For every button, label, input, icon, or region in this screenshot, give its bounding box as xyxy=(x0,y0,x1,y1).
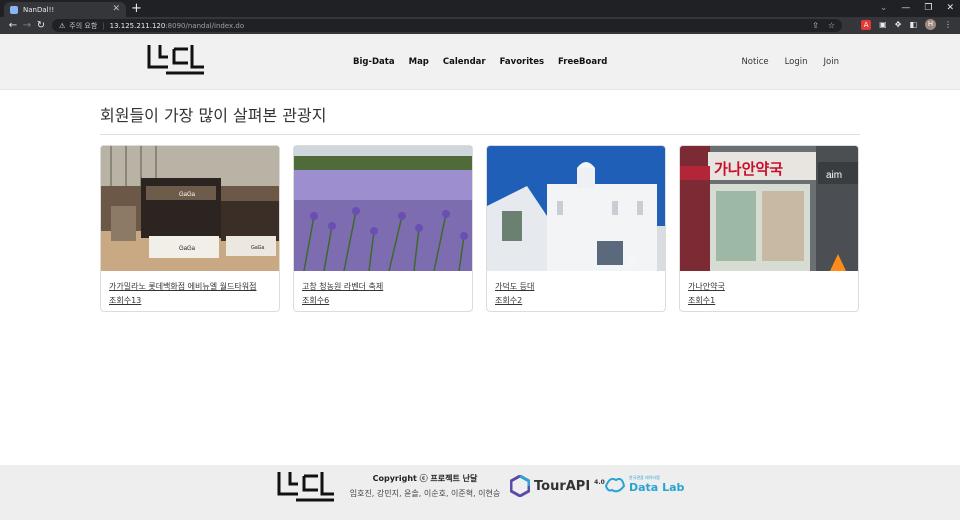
views-label: 조회수 xyxy=(495,296,518,305)
views-count: 2 xyxy=(517,296,523,305)
back-icon[interactable]: ← xyxy=(6,17,20,34)
footer-members: 임호진, 강민지, 윤솔, 이순호, 이준혁, 이현승 xyxy=(349,489,501,498)
nav-login[interactable]: Login xyxy=(785,57,808,67)
nandal-logo[interactable] xyxy=(146,43,206,77)
browser-tabbar: NanDal!! ✕ + ⌄ — ❐ ✕ xyxy=(0,0,960,17)
card-views[interactable]: 조회수 13 xyxy=(109,294,271,308)
tab-title: NanDal!! xyxy=(23,5,55,14)
side-store-sign: aim xyxy=(826,170,842,181)
spot-card[interactable]: 고창 청농원 라벤더 축제 조회수 6 xyxy=(293,145,473,312)
tourapi-hexagon-icon xyxy=(510,475,530,497)
acrobat-extension-icon[interactable]: A xyxy=(861,19,872,30)
tourapi-text: TourAPI xyxy=(534,478,591,494)
popular-section: 회원들이 가장 많이 살펴본 관광지 GaGa GaGa GaGa 가가밀라노 … xyxy=(100,102,860,312)
card-body: 가가밀라노 롯데백화점 에비뉴엘 월드타워점 조회수 13 xyxy=(101,271,279,308)
url-host: 13.125.211.120 xyxy=(109,21,166,30)
restore-icon[interactable]: ❐ xyxy=(924,1,932,16)
nav-join[interactable]: Join xyxy=(824,57,839,67)
site-header: Big-Data Map Calendar Favorites FreeBoar… xyxy=(0,34,960,90)
warning-icon[interactable]: ⚠ xyxy=(59,22,65,30)
browser-tab[interactable]: NanDal!! ✕ xyxy=(4,2,126,17)
card-views[interactable]: 조회수 2 xyxy=(495,294,657,308)
sidepanel-icon[interactable]: ◧ xyxy=(909,20,917,29)
spot-card[interactable]: GaGa GaGa GaGa 가가밀라노 롯데백화점 에비뉴엘 월드타워점 조회… xyxy=(100,145,280,312)
card-body: 가나안약국 조회수 1 xyxy=(680,271,858,308)
section-title: 회원들이 가장 많이 살펴본 관광지 xyxy=(100,102,860,135)
forward-icon[interactable]: → xyxy=(20,17,34,34)
views-label: 조회수 xyxy=(302,296,325,305)
profile-avatar[interactable]: H xyxy=(925,19,936,30)
extension-icon[interactable]: ▣ xyxy=(879,20,887,29)
footer-nandal-logo xyxy=(277,472,334,502)
tab-close-icon[interactable]: ✕ xyxy=(112,5,120,14)
site-footer: Copyright ⓒ 프로젝트 난달 임호진, 강민지, 윤솔, 이순호, 이… xyxy=(0,465,960,520)
main-nav: Big-Data Map Calendar Favorites FreeBoar… xyxy=(353,34,607,90)
puzzle-icon[interactable]: ✥ xyxy=(895,20,902,29)
views-count: 6 xyxy=(324,296,330,305)
card-body: 가덕도 등대 조회수 2 xyxy=(487,271,665,308)
pharmacy-sign-text: 가나안약국 xyxy=(714,160,783,178)
views-count: 13 xyxy=(131,296,142,305)
nav-freeboard[interactable]: FreeBoard xyxy=(558,57,607,67)
favicon-icon xyxy=(10,5,18,14)
spot-photo-lavender[interactable] xyxy=(294,146,472,271)
nav-map[interactable]: Map xyxy=(409,57,429,67)
url-path: :8090/nandal/index.do xyxy=(165,21,245,30)
spot-photo-lighthouse[interactable]: ⓒ xyxy=(487,146,665,271)
extensions-bar: A ▣ ✥ ◧ H ⋮ xyxy=(861,19,952,30)
nav-notice[interactable]: Notice xyxy=(741,57,768,67)
menu-icon[interactable]: ⋮ xyxy=(944,20,952,29)
card-views[interactable]: 조회수 6 xyxy=(302,294,464,308)
nav-favorites[interactable]: Favorites xyxy=(500,57,544,67)
new-tab-button[interactable]: + xyxy=(131,1,142,16)
address-bar[interactable]: ⚠ 주의 요함 | 13.125.211.120 :8090/nandal/in… xyxy=(52,19,842,32)
tab-search-icon[interactable]: ⌄ xyxy=(880,1,888,16)
card-title[interactable]: 고창 청농원 라벤더 축제 xyxy=(302,280,464,294)
aux-nav: Notice Login Join xyxy=(741,34,839,90)
views-count: 1 xyxy=(710,296,716,305)
card-title[interactable]: 가덕도 등대 xyxy=(495,280,657,294)
views-label: 조회수 xyxy=(688,296,711,305)
card-list: GaGa GaGa GaGa 가가밀라노 롯데백화점 에비뉴엘 월드타워점 조회… xyxy=(100,145,860,312)
spot-photo-gaga[interactable]: GaGa GaGa GaGa xyxy=(101,146,279,271)
close-window-icon[interactable]: ✕ xyxy=(946,1,954,16)
omnibox-divider: | xyxy=(102,21,105,30)
views-label: 조회수 xyxy=(109,296,132,305)
shop-sign-text: GaGa xyxy=(179,192,196,198)
datalab-logo: 한국관광 데이터랩 Data Lab xyxy=(604,474,684,494)
watermark-text: ⓒ xyxy=(627,256,636,267)
card-title[interactable]: 가가밀라노 롯데백화점 에비뉴엘 월드타워점 xyxy=(109,280,271,294)
footer-copyright: Copyright ⓒ 프로젝트 난달 xyxy=(372,474,478,483)
spot-card[interactable]: 가나안약국 aim 가나안약국 조회수 1 xyxy=(679,145,859,312)
omnibox-actions: ⇪ ☆ xyxy=(812,21,835,30)
window-controls: ⌄ — ❐ ✕ xyxy=(880,1,954,16)
footer-text: Copyright ⓒ 프로젝트 난달 임호진, 강민지, 윤솔, 이순호, 이… xyxy=(340,473,510,499)
share-icon[interactable]: ⇪ xyxy=(812,21,819,30)
tourapi-logo: TourAPI 4.0 xyxy=(510,475,605,497)
spot-photo-pharmacy[interactable]: 가나안약국 aim xyxy=(680,146,858,271)
shop-counter-text-2: GaGa xyxy=(251,245,265,251)
shop-counter-text: GaGa xyxy=(179,246,196,252)
reload-icon[interactable]: ↻ xyxy=(34,17,48,34)
nav-big-data[interactable]: Big-Data xyxy=(353,57,395,67)
security-label: 주의 요함 xyxy=(69,21,98,30)
card-views[interactable]: 조회수 1 xyxy=(688,294,850,308)
datalab-icon xyxy=(604,477,626,493)
datalab-text: Data Lab xyxy=(629,480,685,494)
card-body: 고창 청농원 라벤더 축제 조회수 6 xyxy=(294,271,472,308)
bookmark-star-icon[interactable]: ☆ xyxy=(828,21,835,30)
spot-card[interactable]: ⓒ 가덕도 등대 조회수 2 xyxy=(486,145,666,312)
browser-toolbar: ← → ↻ ⚠ 주의 요함 | 13.125.211.120 :8090/nan… xyxy=(0,17,960,34)
card-title[interactable]: 가나안약국 xyxy=(688,280,850,294)
nav-calendar[interactable]: Calendar xyxy=(443,57,486,67)
minimize-icon[interactable]: — xyxy=(901,1,910,16)
